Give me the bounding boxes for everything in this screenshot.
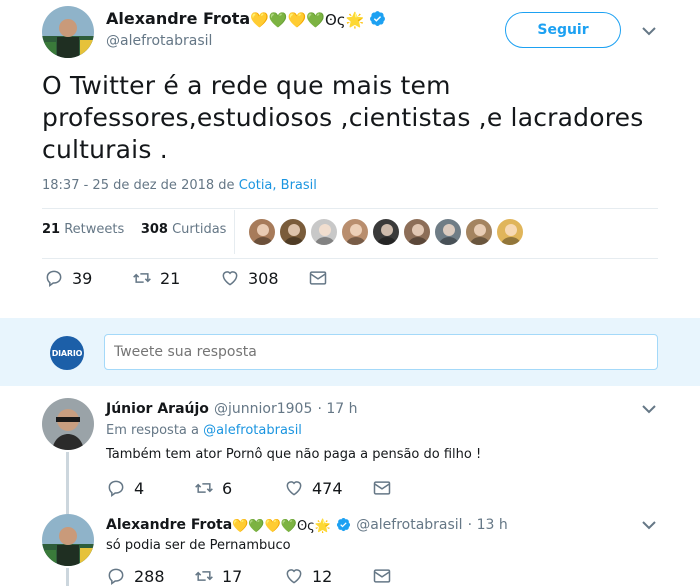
liker-avatar[interactable] [341, 218, 369, 246]
reply-avatar[interactable] [42, 514, 94, 566]
heart-icon [286, 481, 302, 496]
reply-action[interactable]: 288 [106, 566, 165, 586]
in-reply-to: Em resposta a @alefrotabrasil [106, 423, 302, 438]
retweet-icon [195, 571, 213, 581]
liker-avatar[interactable] [465, 218, 493, 246]
envelope-icon [309, 271, 327, 285]
thread-line [66, 452, 69, 514]
divider [42, 208, 658, 209]
author-emoji: 💛💚💛💚ʘς🌟 [250, 11, 365, 29]
like-action[interactable]: 308 [220, 268, 279, 288]
divider [42, 258, 658, 259]
reply-icon [108, 480, 124, 497]
follow-button[interactable]: Seguir [505, 12, 621, 48]
like-count: 474 [312, 478, 343, 498]
heart-icon [222, 271, 238, 286]
chevron-down-icon[interactable] [642, 520, 656, 530]
liker-avatar[interactable] [403, 218, 431, 246]
message-action[interactable] [372, 478, 392, 498]
liker-avatar[interactable] [310, 218, 338, 246]
message-action[interactable] [372, 566, 392, 586]
reply-count: 288 [134, 566, 165, 586]
retweets-stat[interactable]: 21 Retweets [42, 222, 124, 237]
like-count: 12 [312, 566, 333, 586]
reply-icon [46, 270, 62, 287]
current-user-avatar[interactable]: DIARIO [50, 336, 84, 370]
tweet-timestamp[interactable]: 18:37 - 25 de dez de 2018 [42, 178, 214, 193]
reply-author-name[interactable]: Júnior Araújo [106, 401, 209, 417]
author-name[interactable]: Alexandre Frota [106, 9, 250, 28]
retweet-icon [195, 483, 213, 493]
reply-time[interactable]: · 13 h [468, 517, 508, 533]
like-action[interactable]: 474 [284, 478, 343, 498]
like-count: 308 [248, 268, 279, 288]
reply-text: só podia ser de Pernambuco [106, 538, 291, 553]
in-reply-handle-link[interactable]: @alefrotabrasil [203, 423, 302, 438]
location-prefix: de [218, 178, 235, 193]
retweet-action[interactable]: 17 [194, 566, 242, 586]
retweet-action[interactable]: 6 [194, 478, 232, 498]
envelope-icon [373, 569, 391, 583]
retweet-count: 6 [222, 478, 233, 498]
chevron-down-icon[interactable] [642, 404, 656, 414]
thread-line [66, 568, 69, 586]
stats-separator [234, 210, 235, 254]
reply-header: Júnior Araújo @junnior1905 · 17 h [106, 398, 358, 417]
tweet-meta: 18:37 - 25 de dez de 2018 de Cotia, Bras… [42, 178, 317, 193]
reply-time[interactable]: · 17 h [317, 401, 357, 417]
envelope-icon [373, 481, 391, 495]
reply-author-name[interactable]: Alexandre Frota [106, 517, 232, 533]
verified-icon [369, 10, 386, 27]
reply-icon [108, 568, 124, 585]
heart-icon [286, 569, 302, 584]
verified-icon [336, 517, 351, 532]
author-handle[interactable]: @alefrotabrasil [106, 33, 212, 49]
likes-stat[interactable]: 308 Curtidas [141, 222, 227, 237]
reply-author-handle[interactable]: @junnior1905 [214, 401, 312, 417]
reply-text: Também tem ator Pornô que não paga a pen… [106, 447, 482, 462]
retweet-count: 17 [222, 566, 243, 586]
reply-header: Alexandre Frota💛💚💛💚ʘς🌟 @alefrotabrasil ·… [106, 514, 508, 534]
message-action[interactable] [308, 268, 328, 288]
tweet-text: O Twitter é a rede que mais tem professo… [42, 71, 644, 164]
reply-count: 39 [72, 268, 93, 288]
reply-action[interactable]: 4 [106, 478, 144, 498]
like-action[interactable]: 12 [284, 566, 332, 586]
retweet-action[interactable]: 21 [132, 268, 180, 288]
liker-avatar[interactable] [496, 218, 524, 246]
reply-avatar[interactable] [42, 398, 94, 450]
retweet-icon [133, 273, 151, 283]
reply-input[interactable] [104, 334, 658, 370]
liker-avatar[interactable] [372, 218, 400, 246]
retweet-count: 21 [160, 268, 181, 288]
chevron-down-icon[interactable] [642, 26, 656, 36]
liker-avatar[interactable] [279, 218, 307, 246]
liker-avatar[interactable] [434, 218, 462, 246]
engagement-stats: 21 Retweets 308 Curtidas [42, 222, 226, 237]
author-name-row: Alexandre Frota💛💚💛💚ʘς🌟 [106, 9, 386, 29]
reply-author-emoji: 💛💚💛💚ʘς🌟 [232, 519, 331, 534]
reply-author-handle[interactable]: @alefrotabrasil [356, 517, 462, 533]
reply-count: 4 [134, 478, 145, 498]
tweet-location-link[interactable]: Cotia, Brasil [239, 178, 317, 193]
liker-avatar[interactable] [248, 218, 276, 246]
author-avatar[interactable] [42, 6, 94, 58]
reply-action[interactable]: 39 [44, 268, 92, 288]
